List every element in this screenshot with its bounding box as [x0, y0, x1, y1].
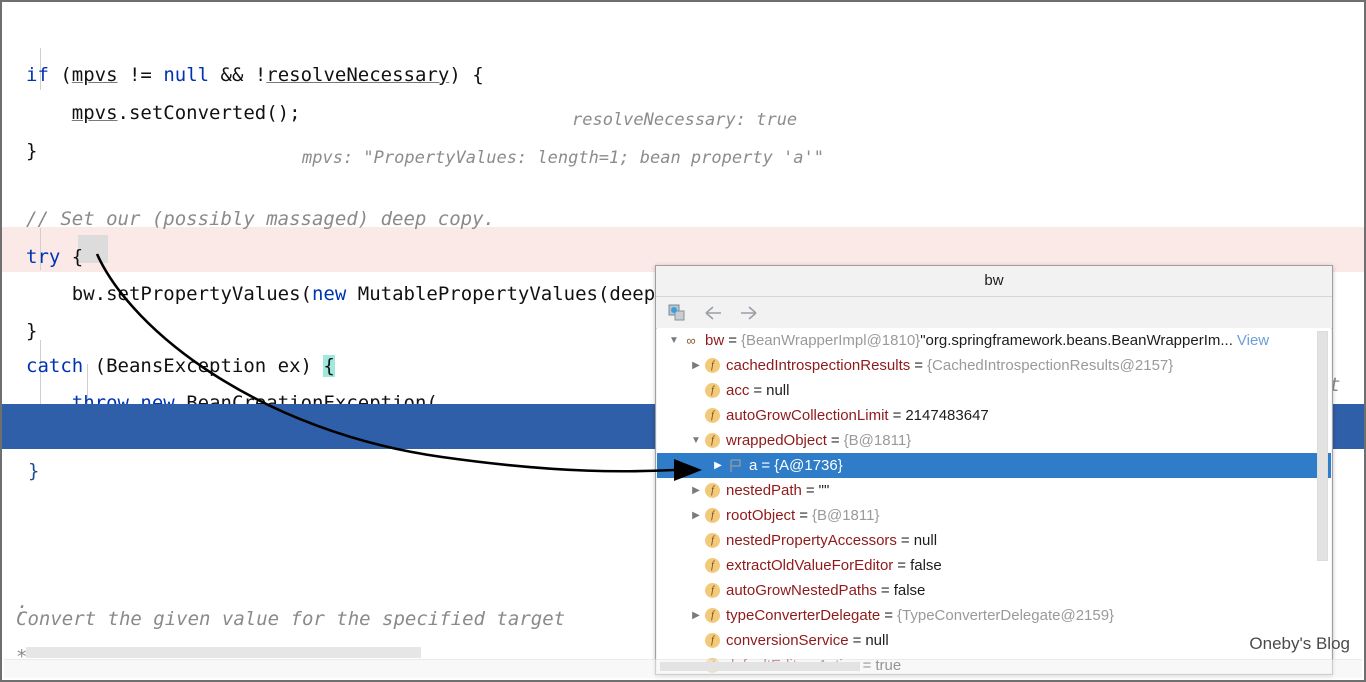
variable-value: false: [893, 582, 926, 599]
status-bar: [4, 659, 1362, 678]
field-icon: f: [705, 533, 720, 548]
tree-row[interactable]: f autoGrowNestedPaths = false: [657, 578, 1331, 603]
variable-value: "org.springframework.beans.BeanWrapperIm…: [920, 332, 1233, 349]
equals-sign: =: [892, 407, 902, 424]
equals-sign: =: [799, 507, 808, 524]
variable-value: null: [865, 632, 889, 649]
field-icon: f: [705, 358, 720, 373]
equals-sign: =: [805, 482, 815, 499]
variables-tree[interactable]: ▼ ∞ bw = {BeanWrapperImpl@1810} "org.springf…: [657, 328, 1331, 673]
tree-row[interactable]: ▼ f wrappedObject = {B@1811}: [657, 428, 1331, 453]
equals-sign: =: [880, 582, 890, 599]
expand-arrow-right-icon[interactable]: ▶: [709, 453, 727, 478]
variable-reference: {CachedIntrospectionResults@2157}: [927, 357, 1174, 374]
editor-horizontal-scrollbar[interactable]: [26, 647, 421, 658]
tree-row[interactable]: f autoGrowCollectionLimit = 2147483647: [657, 403, 1331, 428]
watch-glasses-icon: ∞: [686, 333, 696, 348]
variable-name: bw: [705, 332, 725, 349]
variable-name: a: [749, 457, 758, 474]
variable-name: wrappedObject: [726, 432, 827, 449]
tree-vertical-scrollbar[interactable]: [1317, 331, 1328, 561]
variable-value: false: [910, 557, 942, 574]
equals-sign: =: [728, 332, 737, 349]
inspect-object-icon[interactable]: [666, 302, 688, 324]
variable-value: null: [913, 532, 938, 549]
expand-arrow-right-icon[interactable]: ▶: [687, 478, 705, 503]
popup-title: bw: [656, 266, 1332, 297]
variable-value: 2147483647: [905, 407, 989, 424]
variable-reference: {B@1811}: [811, 507, 880, 524]
tree-row[interactable]: f acc = null: [657, 378, 1331, 403]
equals-sign: =: [884, 607, 894, 624]
view-link[interactable]: View: [1237, 328, 1269, 353]
variable-name: nestedPropertyAccessors: [726, 532, 897, 549]
field-icon: f: [705, 583, 720, 598]
equals-sign: =: [914, 357, 924, 374]
variable-reference: {BeanWrapperImpl@1810}: [740, 332, 921, 349]
tree-row-selected[interactable]: ▶ a = {A@1736}: [657, 453, 1331, 478]
variable-name: autoGrowNestedPaths: [726, 582, 877, 599]
field-icon: f: [705, 383, 720, 398]
expand-arrow-right-icon[interactable]: ▶: [687, 603, 705, 628]
variable-name: cachedIntrospectionResults: [726, 357, 911, 374]
field-icon: f: [705, 558, 720, 573]
tree-row[interactable]: f extractOldValueForEditor = false: [657, 553, 1331, 578]
variable-reference: {TypeConverterDelegate@2159}: [897, 607, 1115, 624]
variable-name: acc: [726, 382, 750, 399]
equals-sign: =: [900, 532, 910, 549]
forward-arrow-icon[interactable]: [738, 302, 760, 324]
variable-reference: {B@1811}: [843, 432, 912, 449]
variable-name: rootObject: [726, 507, 796, 524]
equals-sign: =: [761, 457, 771, 474]
variable-name: autoGrowCollectionLimit: [726, 407, 889, 424]
tree-row[interactable]: ▶ f typeConverterDelegate = {TypeConverterDe…: [657, 603, 1331, 628]
tree-row[interactable]: ▶ f nestedPath = "": [657, 478, 1331, 503]
ide-window: if (mpvs != null && !resolveNecessary) {…: [0, 0, 1366, 682]
array-element-icon: [727, 458, 743, 473]
equals-sign: =: [753, 382, 763, 399]
code-line-text: }: [28, 460, 40, 482]
field-icon: f: [705, 508, 720, 523]
equals-sign: =: [852, 632, 862, 649]
variable-inspect-popup[interactable]: bw ▼ ∞ bw = {BeanWrapperImpl@1810} "org.…: [655, 265, 1333, 675]
variable-reference: {A@1736}: [774, 457, 843, 474]
tree-row[interactable]: ▼ ∞ bw = {BeanWrapperImpl@1810} "org.springf…: [657, 328, 1331, 353]
expand-arrow-right-icon[interactable]: ▶: [687, 353, 705, 378]
tree-row[interactable]: f conversionService = null: [657, 628, 1331, 653]
field-icon: f: [705, 433, 720, 448]
variable-name: extractOldValueForEditor: [726, 557, 894, 574]
expand-arrow-down-icon[interactable]: ▼: [687, 428, 705, 453]
field-icon: f: [705, 633, 720, 648]
expand-arrow-down-icon[interactable]: ▼: [665, 328, 683, 353]
expand-arrow-right-icon[interactable]: ▶: [687, 503, 705, 528]
tree-row[interactable]: ▶ f rootObject = {B@1811}: [657, 503, 1331, 528]
variable-value: null: [766, 382, 790, 399]
back-arrow-icon[interactable]: [702, 302, 724, 324]
equals-sign: =: [830, 432, 840, 449]
variable-value: "": [818, 482, 830, 499]
variable-name: typeConverterDelegate: [726, 607, 881, 624]
field-icon: f: [705, 483, 720, 498]
tree-row[interactable]: ▶ f cachedIntrospectionResults = {CachedIntr…: [657, 353, 1331, 378]
tree-row[interactable]: f nestedPropertyAccessors = null: [657, 528, 1331, 553]
popup-toolbar[interactable]: [656, 297, 1332, 329]
variable-name: nestedPath: [726, 482, 802, 499]
equals-sign: =: [897, 557, 907, 574]
field-icon: f: [705, 408, 720, 423]
variable-name: conversionService: [726, 632, 849, 649]
watermark: Oneby's Blog: [1249, 634, 1350, 653]
field-icon: f: [705, 608, 720, 623]
